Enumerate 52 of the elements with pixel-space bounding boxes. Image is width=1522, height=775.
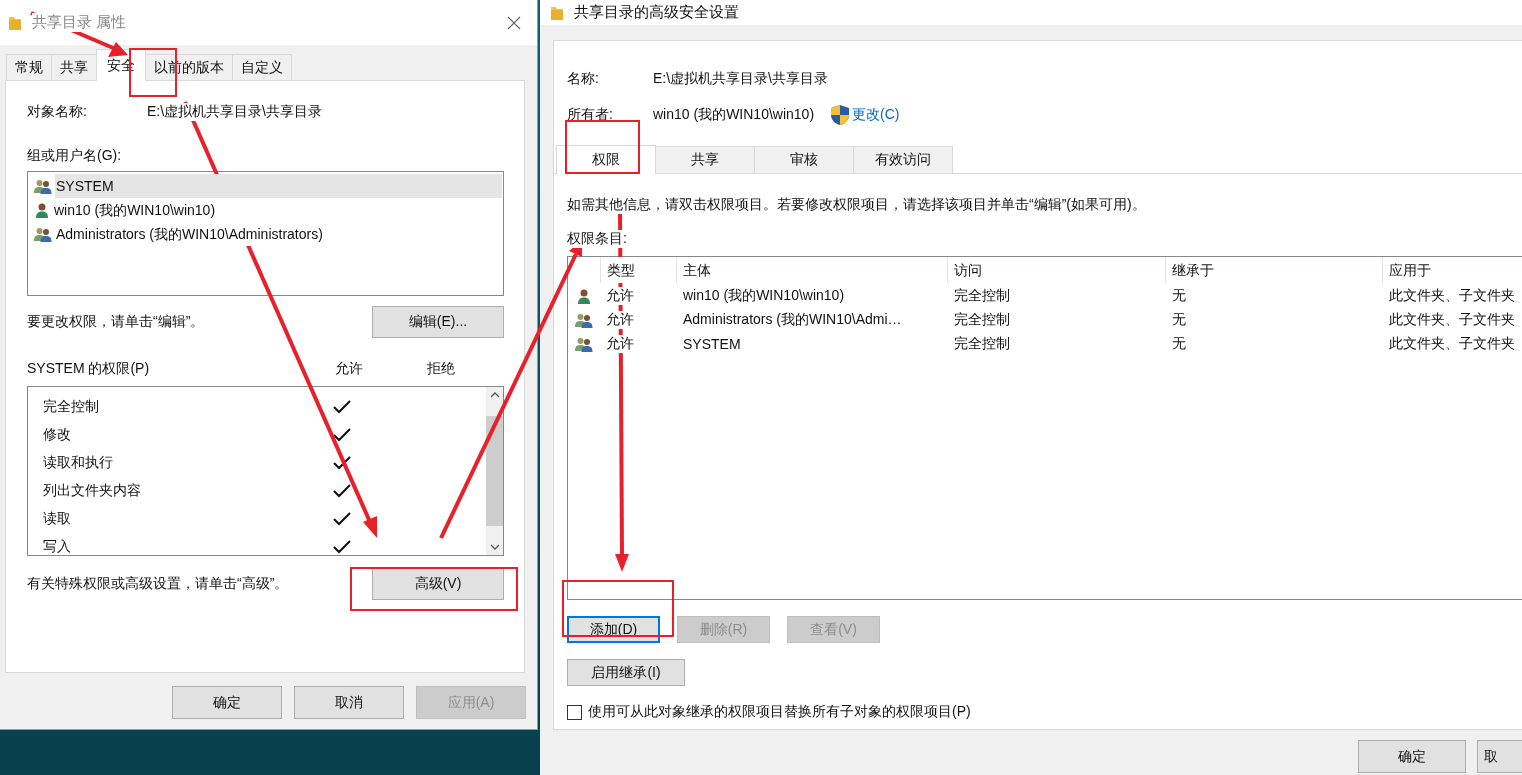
permission-name: 完全控制 — [43, 398, 100, 416]
tab[interactable]: 审核 — [754, 146, 854, 173]
permission-name: 写入 — [43, 538, 72, 555]
table-cell-text: 此文件夹、子文件夹 — [1388, 287, 1517, 305]
object-path: E:\虚拟机共享目录\共享目录 — [653, 70, 828, 88]
inheritance-button[interactable]: 启用继承(I) — [567, 659, 685, 686]
edit-button[interactable]: 编辑(E)... — [372, 306, 504, 338]
table-cell-text: 无 — [1170, 311, 1187, 329]
list-item[interactable]: SYSTEM — [55, 174, 502, 198]
tab[interactable]: 权限 — [556, 145, 656, 174]
hint-text: 要更改权限，请单击“编辑”。 — [27, 313, 205, 331]
change-link[interactable]: 更改(C) — [852, 106, 900, 124]
list-label: 权限条目: — [567, 230, 627, 248]
window-title: 共享目录的高级安全设置 — [574, 3, 739, 22]
table-cell-text: 此文件夹、子文件夹 — [1388, 311, 1517, 329]
column-header[interactable]: 主体 — [676, 257, 948, 283]
table-cell-text: win10 (我的WIN10\win10) — [682, 287, 846, 305]
table-cell-text: Administrators (我的WIN10\Admi… — [682, 311, 903, 329]
owner-name: win10 (我的WIN10\win10) — [653, 106, 815, 124]
advanced-button[interactable]: 高级(V) — [372, 568, 504, 600]
permission-name: 列出文件夹内容 — [43, 482, 142, 500]
column-header[interactable]: 应用于 — [1382, 257, 1522, 283]
table-cell-text: 完全控制 — [953, 335, 1012, 353]
table-cell-text: 完全控制 — [953, 311, 1012, 329]
window-title: 共享目录 属性 — [32, 13, 127, 32]
field-label: 对象名称: — [27, 103, 88, 121]
permission-name: 读取和执行 — [43, 454, 114, 472]
column-header[interactable]: 访问 — [947, 257, 1165, 283]
column-header[interactable]: 继承于 — [1164, 257, 1383, 283]
column-header: 允许 — [335, 360, 364, 378]
checkbox-label: 使用可从此对象继承的权限项目替换所有子对象的权限项目(P) — [588, 703, 971, 721]
dialog-button[interactable]: 确定 — [172, 686, 282, 719]
list-label: SYSTEM 的权限(P) — [27, 360, 151, 378]
tab[interactable]: 自定义 — [232, 54, 292, 80]
hint-text: 有关特殊权限或高级设置，请单击“高级”。 — [27, 575, 289, 593]
permission-name: 读取 — [43, 510, 72, 528]
table-cell-text: 无 — [1170, 335, 1187, 353]
dialog-button[interactable]: 确定 — [1358, 740, 1466, 773]
list-label: 组或用户名(G): — [27, 147, 123, 165]
tab[interactable]: 共享 — [655, 146, 755, 173]
dialog-button[interactable]: 取消 — [294, 686, 404, 719]
table-cell-text: 无 — [1170, 287, 1187, 305]
object-path: E:\虚拟机共享目录\共享目录 — [147, 103, 322, 121]
dialog-button[interactable]: 取 — [1476, 740, 1522, 773]
field-label: 名称: — [567, 70, 600, 88]
tab[interactable]: 有效访问 — [853, 146, 953, 173]
column-header: 拒绝 — [427, 360, 455, 378]
table-cell-text: 完全控制 — [953, 287, 1012, 305]
permission-name: 修改 — [43, 426, 72, 444]
table-cell-text: 此文件夹、子文件夹 — [1388, 335, 1517, 353]
table-cell-text: SYSTEM — [682, 336, 742, 352]
tab[interactable]: 常规 — [6, 54, 52, 80]
